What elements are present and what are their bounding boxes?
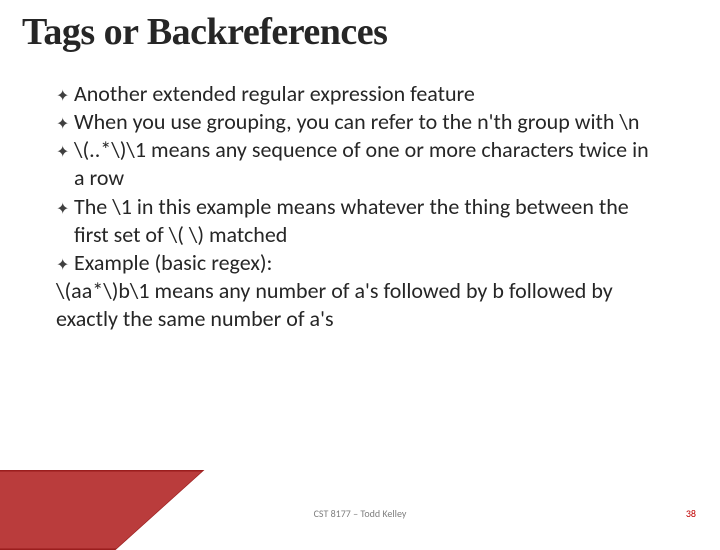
page-number: 38	[686, 507, 696, 520]
bullet-icon: ✦	[56, 114, 68, 134]
slide-body: ✦ Another extended regular expression fe…	[0, 54, 720, 333]
bullet-text: The \1 in this example means whatever th…	[74, 193, 660, 249]
example-continuation: \(aa*\)b\1 means any number of a's follo…	[56, 277, 660, 333]
bullet-item: ✦ The \1 in this example means whatever …	[56, 193, 660, 249]
slide-title: Tags or Backreferences	[0, 0, 720, 54]
bullet-item: ✦ Another extended regular expression fe…	[56, 80, 660, 108]
bullet-item: ✦ \(..*\)\1 means any sequence of one or…	[56, 136, 660, 192]
bullet-icon: ✦	[56, 199, 68, 219]
bullet-icon: ✦	[56, 142, 68, 162]
bullet-item: ✦ When you use grouping, you can refer t…	[56, 108, 660, 136]
bullet-text: Example (basic regex):	[74, 249, 272, 277]
bullet-item: ✦ Example (basic regex):	[56, 249, 660, 277]
bullet-text: \(..*\)\1 means any sequence of one or m…	[74, 136, 660, 192]
bullet-icon: ✦	[56, 86, 68, 106]
bullet-icon: ✦	[56, 255, 68, 275]
footer-text: CST 8177 – Todd Kelley	[0, 507, 720, 520]
bullet-text: When you use grouping, you can refer to …	[74, 108, 640, 136]
bullet-text: Another extended regular expression feat…	[74, 80, 475, 108]
